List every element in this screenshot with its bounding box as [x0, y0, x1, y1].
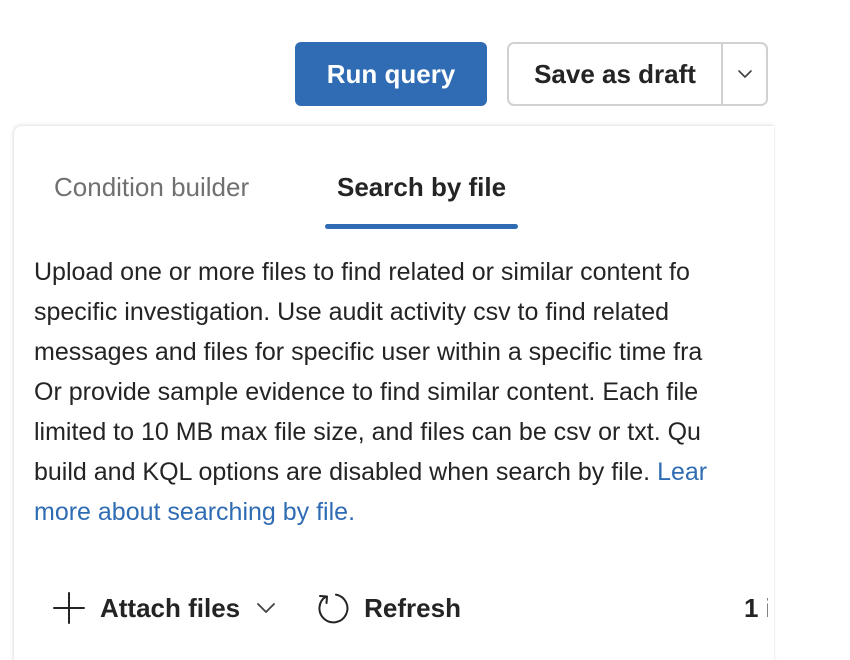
learn-more-link[interactable]: Lear [657, 458, 707, 486]
chevron-down-icon [256, 602, 276, 614]
save-draft-button[interactable]: Save as draft [509, 44, 721, 104]
refresh-button[interactable]: Refresh [314, 590, 461, 626]
save-draft-menu-button[interactable] [723, 44, 766, 104]
description-line: specific investigation. Use audit activi… [34, 298, 670, 326]
item-count: 1 i [744, 592, 768, 623]
learn-more-link-continued[interactable]: more about searching by file. [34, 498, 355, 526]
refresh-label: Refresh [364, 592, 461, 623]
tab-search-by-file[interactable]: Search by file [337, 172, 506, 203]
description-line: messages and files for specific user wit… [34, 338, 703, 366]
search-by-file-description: Upload one or more files to find related… [34, 252, 768, 532]
file-actions-bar: Attach files Refresh [52, 588, 461, 628]
refresh-icon [314, 590, 350, 626]
description-line: limited to 10 MB max file size, and file… [34, 418, 701, 446]
attach-files-button[interactable]: Attach files [52, 591, 276, 625]
attach-files-label: Attach files [100, 592, 241, 623]
query-editor: Run query Save as draft Condition builde… [0, 0, 850, 660]
search-panel: Condition builder Search by file Upload … [14, 126, 774, 660]
description-line: Or provide sample evidence to find simil… [34, 378, 699, 406]
description-line: more about searching by file. [34, 492, 768, 532]
panel-content: Condition builder Search by file Upload … [14, 126, 768, 660]
description-line: Upload one or more files to find related… [34, 258, 690, 286]
chevron-down-icon [737, 70, 752, 78]
save-draft-split-button: Save as draft [507, 42, 768, 106]
plus-icon [52, 591, 86, 625]
tab-selected-indicator [325, 224, 518, 229]
tab-condition-builder[interactable]: Condition builder [54, 172, 249, 203]
description-text: build and KQL options are disabled when … [34, 458, 658, 486]
run-query-button[interactable]: Run query [295, 42, 487, 106]
description-line: build and KQL options are disabled when … [34, 452, 768, 492]
